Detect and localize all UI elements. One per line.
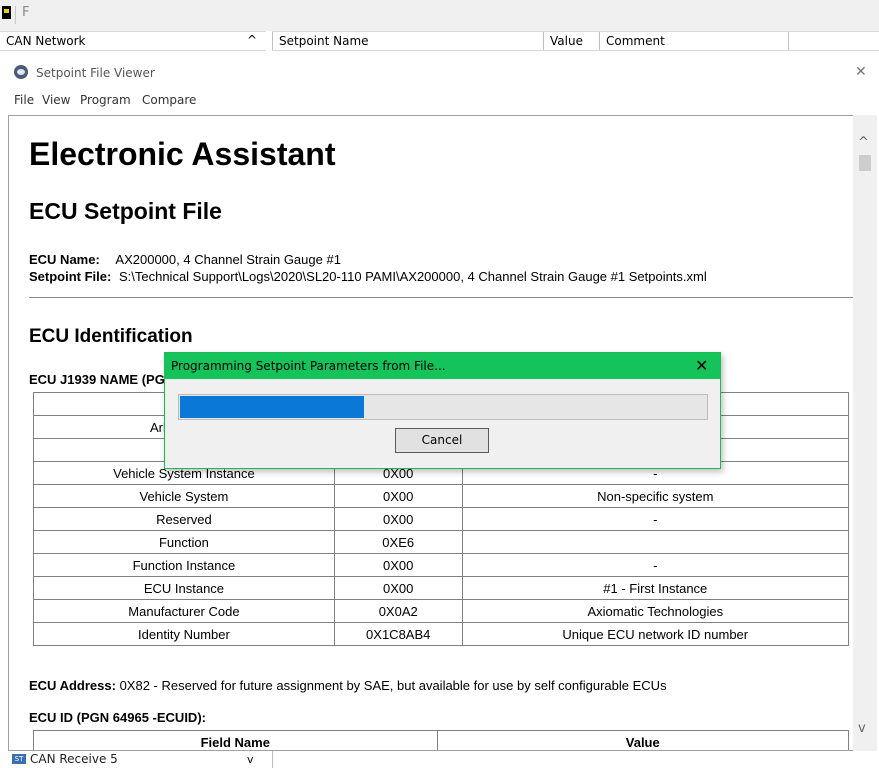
cancel-button[interactable]: Cancel xyxy=(395,428,489,453)
chevron-down-icon[interactable]: v xyxy=(247,753,254,766)
cell-field: Manufacturer Code xyxy=(33,599,335,623)
cell-field: ECU Instance xyxy=(33,576,335,600)
ecu-id-heading: ECU ID (PGN 64965 -ECUID): xyxy=(29,710,206,725)
cell-field: Vehicle System xyxy=(33,484,335,508)
setpoint-file-label: Setpoint File: xyxy=(29,269,112,284)
cell-description: #1 - First Instance xyxy=(461,576,850,600)
table-row: ECU Instance 0X00 #1 - First Instance xyxy=(33,576,850,600)
cell-description: Unique ECU network ID number xyxy=(461,622,850,646)
ecu-address-line: ECU Address: 0X82 - Reserved for future … xyxy=(29,678,667,693)
cell-value: 0XE6 xyxy=(333,530,463,554)
close-icon[interactable]: ✕ xyxy=(695,356,708,375)
setpoint-file-line: Setpoint File: S:\Technical Support\Logs… xyxy=(29,269,707,284)
ecu-name-line: ECU Name: AX200000, 4 Channel Strain Gau… xyxy=(29,252,341,267)
menu-view[interactable]: View xyxy=(42,93,70,107)
column-blank xyxy=(788,32,875,50)
database-icon[interactable] xyxy=(2,6,11,19)
document-title: Electronic Assistant xyxy=(29,136,336,172)
cell-value: 0X00 xyxy=(333,484,463,508)
cell-field: Function Instance xyxy=(33,553,335,577)
tree-item-label: CAN Receive 5 xyxy=(30,752,118,766)
ecu-address-value: 0X82 - Reserved for future assignment by… xyxy=(119,678,667,693)
table-row: Manufacturer Code 0X0A2 Axiomatic Techno… xyxy=(33,599,850,623)
menu-program[interactable]: Program xyxy=(80,93,131,107)
scroll-up-icon[interactable]: ^ xyxy=(858,135,869,150)
menu-compare[interactable]: Compare xyxy=(142,93,196,107)
ecu-id-table: Field Name Value xyxy=(33,730,850,750)
cell-value: 0X0A2 xyxy=(333,599,463,623)
table-header-row: Field Name Value xyxy=(33,730,850,750)
ecu-name-label: ECU Name: xyxy=(29,252,100,267)
setpoint-item-icon: ST xyxy=(12,754,26,764)
setpoint-grid-header: Setpoint Name Value Comment xyxy=(272,31,879,51)
toolbar-separator xyxy=(15,6,16,24)
cell-value: 0X00 xyxy=(333,507,463,531)
cell-description: - xyxy=(461,507,850,531)
dialog-title-bar: Programming Setpoint Parameters from Fil… xyxy=(165,353,720,379)
divider xyxy=(29,297,854,298)
background-toolbar: F xyxy=(0,0,879,31)
ecu-name-value: AX200000, 4 Channel Strain Gauge #1 xyxy=(115,252,341,267)
viewer-title: Setpoint File Viewer xyxy=(36,66,155,80)
cell-description: Axiomatic Technologies xyxy=(461,599,850,623)
cell-description: - xyxy=(461,553,850,577)
panel-separator xyxy=(272,751,273,768)
chevron-up-icon[interactable]: ^ xyxy=(247,33,257,47)
ecu-identification-heading: ECU Identification xyxy=(29,326,193,347)
can-network-tree-header: CAN Network ^ xyxy=(0,31,266,51)
table-row: Function 0XE6 xyxy=(33,530,850,554)
scroll-thumb[interactable] xyxy=(859,155,871,171)
table-row: Identity Number 0X1C8AB4 Unique ECU netw… xyxy=(33,622,850,646)
table-row: Reserved 0X00 - xyxy=(33,507,850,531)
ecu-address-label: ECU Address: xyxy=(29,678,116,693)
header-value: Value xyxy=(436,730,850,750)
cell-description: Non-specific system xyxy=(461,484,850,508)
cell-description xyxy=(461,530,850,554)
toolbar-f-button[interactable]: F xyxy=(22,5,29,20)
cell-value: 0X1C8AB4 xyxy=(333,622,463,646)
column-value[interactable]: Value xyxy=(543,32,600,50)
app-icon xyxy=(14,65,28,79)
tree-item-can-receive-5[interactable]: ST CAN Receive 5 v xyxy=(0,751,266,768)
programming-progress-dialog: Programming Setpoint Parameters from Fil… xyxy=(164,352,721,469)
setpoint-file-value: S:\Technical Support\Logs\2020\SL20-110 … xyxy=(118,269,707,284)
menu-file[interactable]: File xyxy=(14,93,34,107)
close-icon[interactable]: ✕ xyxy=(855,64,867,80)
cell-value: 0X00 xyxy=(333,576,463,600)
column-comment[interactable]: Comment xyxy=(599,32,792,50)
cell-field: Function xyxy=(33,530,335,554)
header-field-name: Field Name xyxy=(33,730,438,750)
table-row: Function Instance 0X00 - xyxy=(33,553,850,577)
j1939-name-heading: ECU J1939 NAME (PG xyxy=(29,372,165,387)
cell-field: Identity Number xyxy=(33,622,335,646)
table-row: Vehicle System 0X00 Non-specific system xyxy=(33,484,850,508)
cell-field: Reserved xyxy=(33,507,335,531)
viewer-title-bar: Setpoint File Viewer ✕ xyxy=(0,59,879,87)
document-subtitle: ECU Setpoint File xyxy=(29,198,222,224)
dialog-title: Programming Setpoint Parameters from Fil… xyxy=(171,359,446,373)
progress-fill xyxy=(180,396,364,418)
scroll-down-icon[interactable]: v xyxy=(858,721,866,736)
vertical-scrollbar[interactable]: ^ v xyxy=(853,115,877,751)
progress-bar xyxy=(178,394,708,420)
cell-value: 0X00 xyxy=(333,553,463,577)
can-network-label: CAN Network xyxy=(6,34,86,48)
column-setpoint-name[interactable]: Setpoint Name xyxy=(272,32,543,50)
